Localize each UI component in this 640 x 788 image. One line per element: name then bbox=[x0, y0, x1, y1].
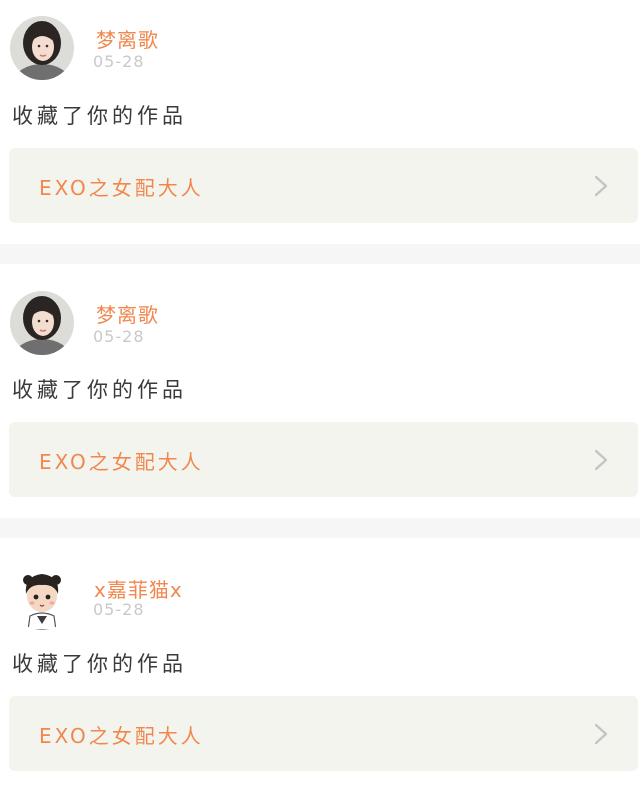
timestamp: 05-28 bbox=[93, 600, 145, 619]
user-avatar[interactable] bbox=[10, 566, 74, 630]
work-link-card[interactable]: EXO之女配大人 bbox=[9, 422, 638, 497]
section-divider bbox=[0, 244, 640, 264]
notification-item: 梦离歌 05-28 收藏了你的作品 EXO之女配大人 bbox=[0, 0, 640, 244]
timestamp: 05-28 bbox=[93, 327, 145, 346]
username[interactable]: 梦离歌 bbox=[96, 24, 159, 53]
chevron-right-icon bbox=[594, 449, 608, 471]
work-title: EXO之女配大人 bbox=[39, 176, 204, 200]
username[interactable]: 梦离歌 bbox=[96, 299, 159, 328]
girl-portrait-icon bbox=[10, 291, 74, 355]
username[interactable]: x嘉菲猫x bbox=[94, 574, 183, 603]
work-link-card[interactable]: EXO之女配大人 bbox=[9, 148, 638, 223]
action-description: 收藏了你的作品 bbox=[12, 378, 187, 402]
notification-item: 梦离歌 05-28 收藏了你的作品 EXO之女配大人 bbox=[0, 264, 640, 508]
user-avatar[interactable] bbox=[10, 291, 74, 355]
section-divider bbox=[0, 518, 640, 538]
girl-portrait-icon bbox=[10, 16, 74, 80]
timestamp: 05-28 bbox=[93, 52, 145, 71]
work-title: EXO之女配大人 bbox=[39, 724, 204, 748]
chevron-right-icon bbox=[594, 723, 608, 745]
notification-item: x嘉菲猫x 05-28 收藏了你的作品 EXO之女配大人 bbox=[0, 538, 640, 782]
work-title: EXO之女配大人 bbox=[39, 450, 204, 474]
action-description: 收藏了你的作品 bbox=[12, 104, 187, 128]
action-description: 收藏了你的作品 bbox=[12, 652, 187, 676]
cartoon-boy-icon bbox=[10, 566, 74, 630]
notification-feed: 梦离歌 05-28 收藏了你的作品 EXO之女配大人 梦离歌 05-28 收藏了… bbox=[0, 0, 640, 788]
chevron-right-icon bbox=[594, 175, 608, 197]
user-avatar[interactable] bbox=[10, 16, 74, 80]
work-link-card[interactable]: EXO之女配大人 bbox=[9, 696, 638, 771]
